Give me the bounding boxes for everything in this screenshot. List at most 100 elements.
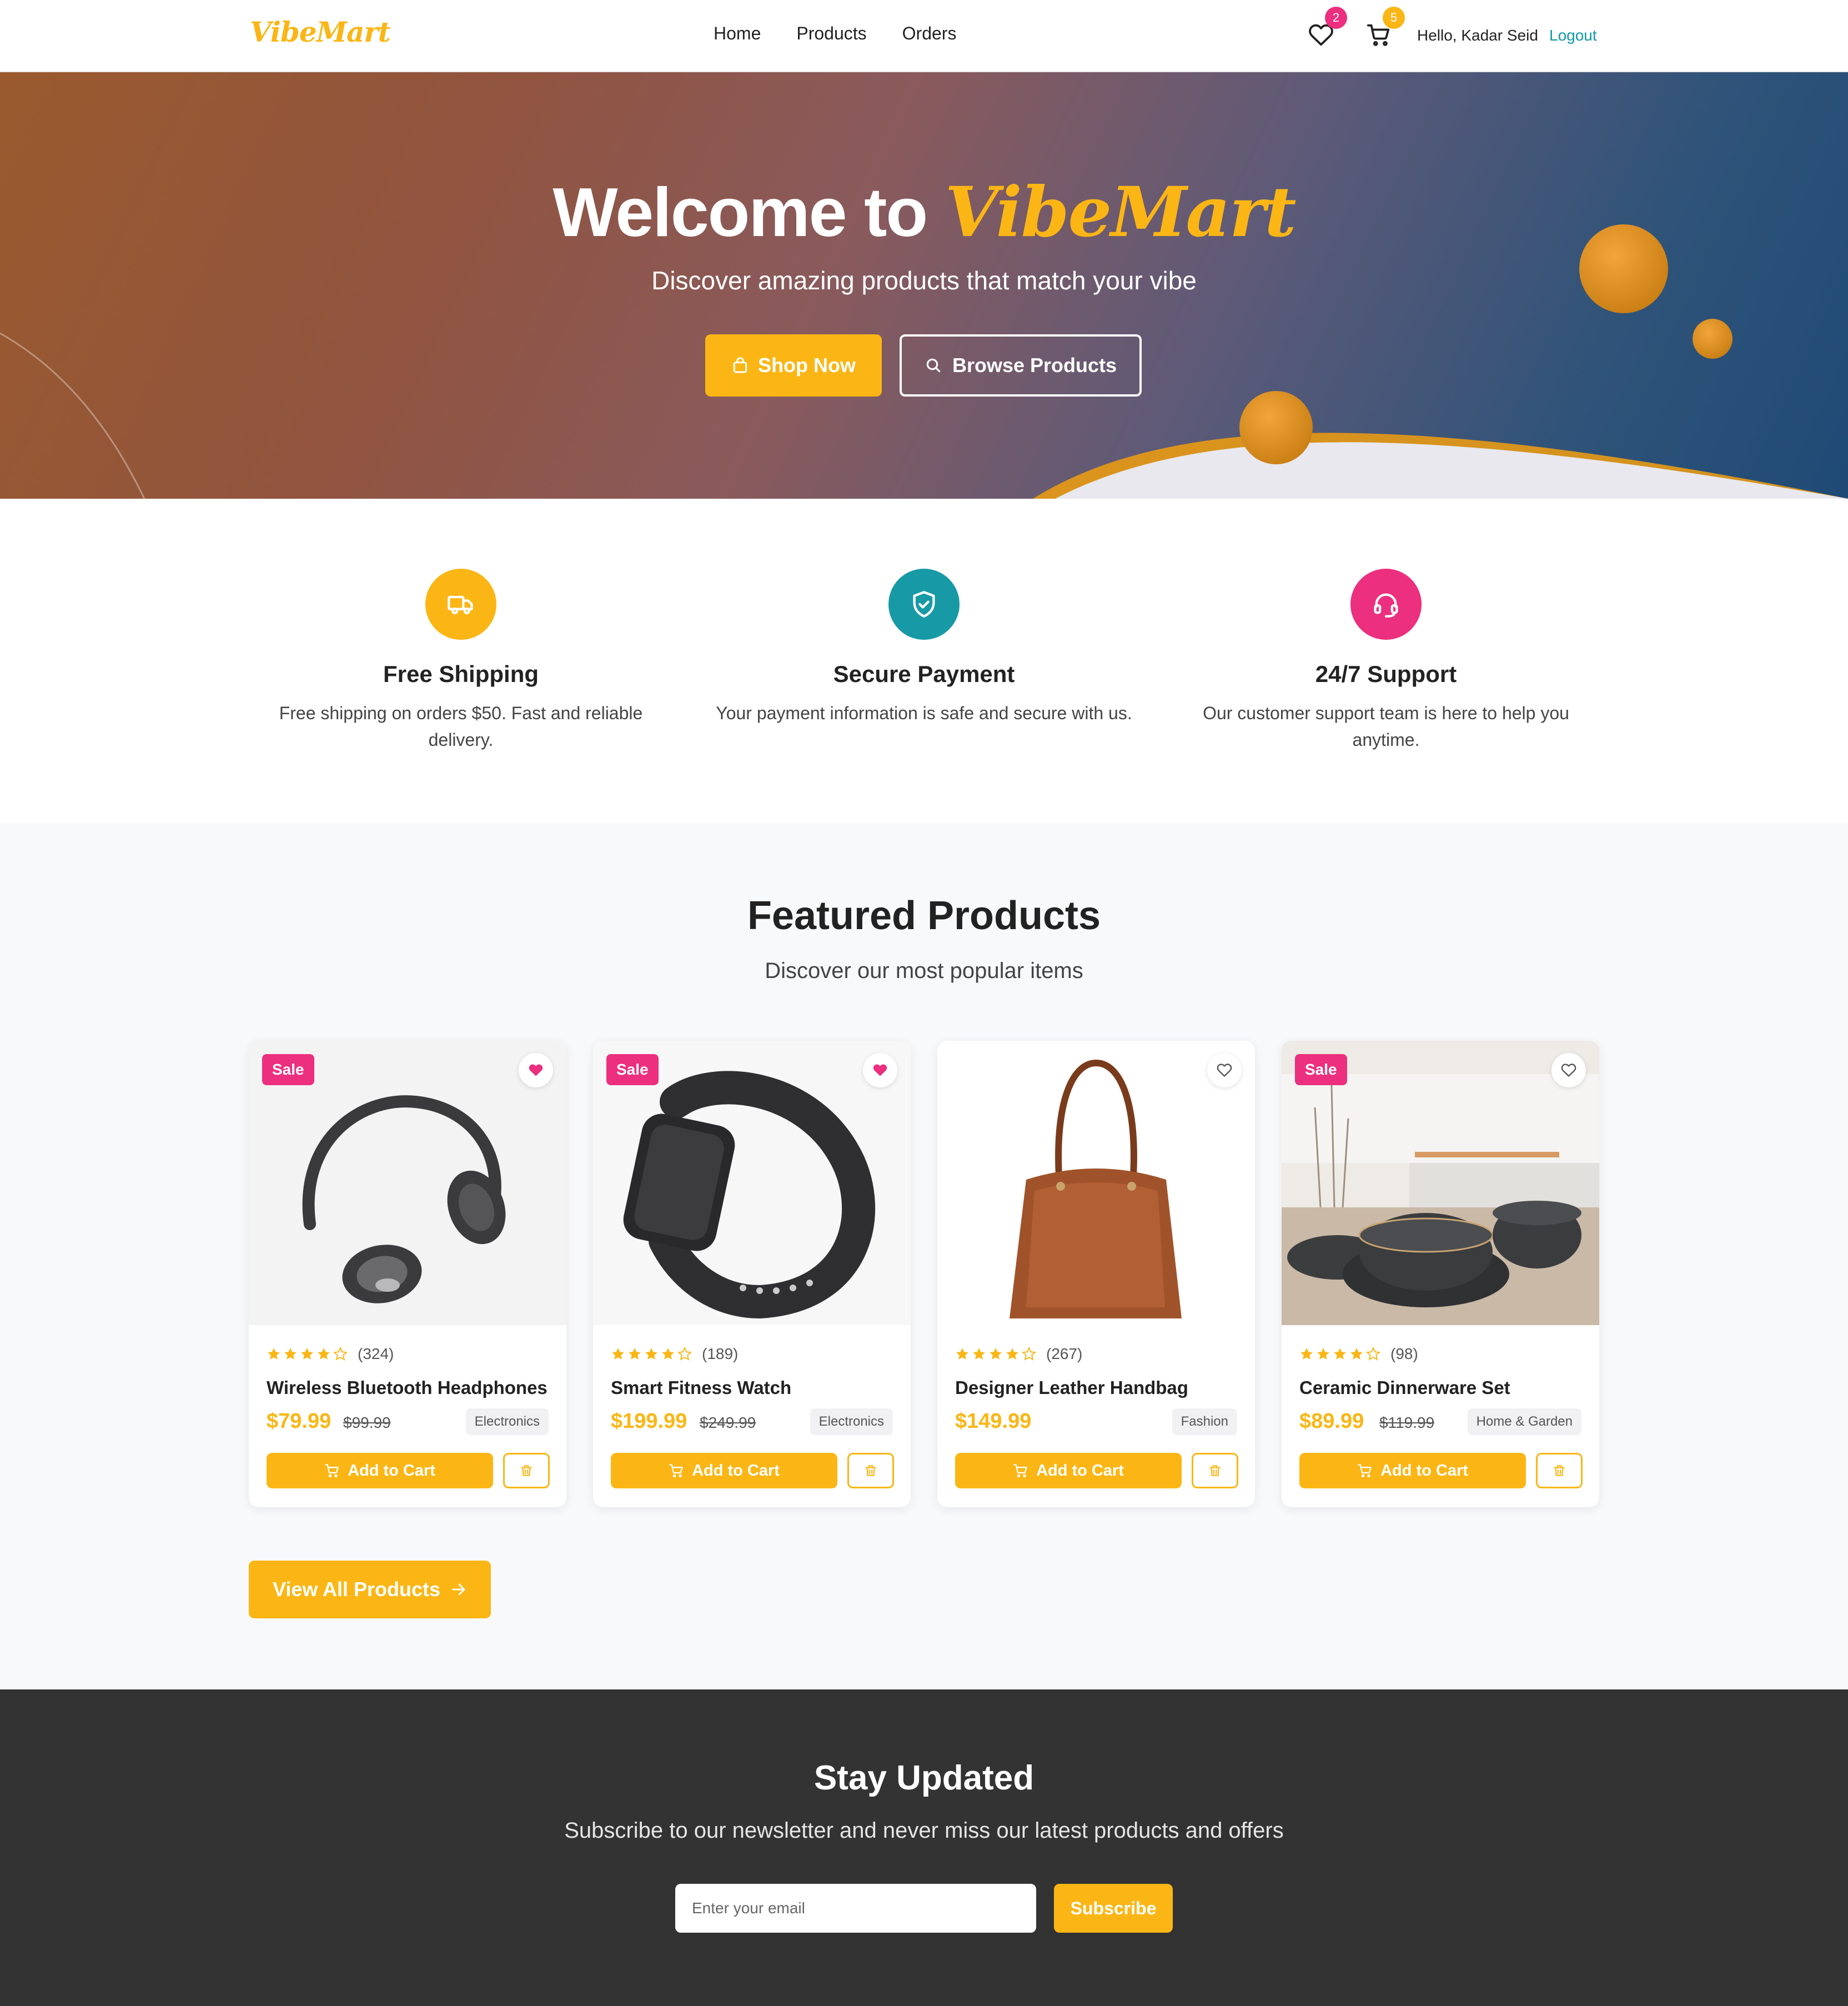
add-to-cart-label: Add to Cart: [1036, 1461, 1124, 1480]
product-card[interactable]: Sale (189) Smart Fitness Watch $199.99 $…: [593, 1041, 911, 1507]
review-count: (98): [1390, 1345, 1418, 1362]
feature-description: Our customer support team is here to hel…: [1203, 703, 1569, 750]
cart-icon: [1013, 1464, 1027, 1478]
star-icon: [973, 1348, 985, 1360]
star-icon: [268, 1348, 280, 1360]
product-original-price: $249.99: [700, 1414, 756, 1431]
nav-products-link[interactable]: Products: [796, 23, 866, 44]
heart-icon: [1217, 1064, 1232, 1077]
cart-icon: [669, 1464, 683, 1478]
feature-description: Free shipping on orders $50. Fast and re…: [279, 703, 643, 750]
view-all-label: View All Products: [272, 1578, 441, 1601]
add-to-cart-button[interactable]: Add to Cart: [1299, 1453, 1526, 1488]
star-icon: [956, 1348, 968, 1360]
shop-now-button[interactable]: Shop Now: [705, 334, 882, 397]
star-rating: (189): [611, 1345, 738, 1363]
hero-title-prefix: Welcome to: [553, 174, 928, 251]
sale-badge: Sale: [262, 1054, 314, 1085]
star-icon: [662, 1348, 674, 1360]
star-icon: [1350, 1348, 1363, 1360]
wishlist-toggle-button[interactable]: [863, 1053, 897, 1087]
cart-button[interactable]: 5: [1366, 7, 1405, 48]
product-name[interactable]: Wireless Bluetooth Headphones: [267, 1377, 548, 1398]
product-name[interactable]: Smart Fitness Watch: [611, 1377, 791, 1398]
add-to-cart-label: Add to Cart: [1380, 1461, 1468, 1480]
feature-icon-circle: [888, 569, 960, 640]
add-to-cart-button[interactable]: Add to Cart: [955, 1453, 1182, 1488]
star-rating: (98): [1299, 1345, 1418, 1363]
hero-banner: Welcome to VibeMart Discover amazing pro…: [0, 72, 1848, 499]
browse-products-label: Browse Products: [952, 354, 1117, 377]
section-title: Featured Products: [747, 894, 1101, 938]
section-subtitle: Discover our most popular items: [765, 959, 1083, 983]
top-navbar: VibeMart Home Products Orders 2 5 Hello,…: [0, 0, 1848, 72]
review-count: (324): [358, 1345, 394, 1362]
product-price: $199.99: [611, 1410, 687, 1433]
product-card[interactable]: (267) Designer Leather Handbag $149.99 F…: [937, 1041, 1255, 1507]
feature-icon-circle: [425, 569, 496, 640]
trash-icon: [865, 1465, 876, 1476]
view-all-products-button[interactable]: View All Products: [249, 1561, 491, 1618]
wishlist-toggle-button[interactable]: [519, 1053, 553, 1087]
product-name[interactable]: Ceramic Dinnerware Set: [1299, 1377, 1510, 1398]
cart-icon: [325, 1464, 339, 1478]
star-icon: [284, 1348, 297, 1360]
product-card[interactable]: Sale (324) Wireless Bluetooth Headphones…: [249, 1041, 566, 1507]
star-icon: [301, 1348, 313, 1360]
newsletter-section: Stay Updated Subscribe to our newsletter…: [0, 1689, 1848, 2006]
features-section: Free Shipping Free shipping on orders $5…: [0, 499, 1848, 823]
product-name[interactable]: Designer Leather Handbag: [955, 1377, 1188, 1398]
cart-icon: [1358, 1464, 1372, 1478]
star-outline-icon: [1366, 1347, 1380, 1361]
hero-title-brand: VibeMart: [945, 172, 1297, 253]
logout-link[interactable]: Logout: [1549, 27, 1597, 44]
review-count: (189): [702, 1345, 739, 1362]
site-logo[interactable]: VibeMart: [250, 16, 391, 48]
star-icon: [612, 1348, 624, 1360]
heart-filled-icon: [529, 1064, 543, 1076]
truck-icon: [448, 595, 473, 614]
subscribe-button[interactable]: Subscribe: [1054, 1884, 1173, 1933]
category-tag: Fashion: [1172, 1408, 1237, 1435]
star-outline-icon: [333, 1347, 348, 1361]
star-icon: [318, 1348, 330, 1360]
nav-orders-link[interactable]: Orders: [902, 23, 957, 44]
hero-subtitle: Discover amazing products that match you…: [651, 266, 1197, 295]
user-greeting: Hello, Kadar Seid: [1417, 27, 1538, 44]
feature-secure-payment: Secure Payment Your payment information …: [713, 569, 1135, 726]
trash-icon: [1209, 1465, 1221, 1476]
add-to-cart-button[interactable]: Add to Cart: [267, 1453, 493, 1488]
trash-icon: [521, 1465, 532, 1476]
remove-button[interactable]: [847, 1453, 894, 1488]
category-tag: Electronics: [810, 1408, 893, 1435]
remove-button[interactable]: [1536, 1453, 1583, 1488]
add-to-cart-label: Add to Cart: [692, 1461, 780, 1480]
feature-description: Your payment information is safe and sec…: [716, 703, 1132, 723]
wishlist-toggle-button[interactable]: [1207, 1053, 1242, 1087]
email-input[interactable]: [675, 1884, 1036, 1933]
newsletter-title: Stay Updated: [813, 1759, 1035, 1797]
sale-badge: Sale: [1295, 1054, 1347, 1085]
newsletter-subtitle: Subscribe to our newsletter and never mi…: [564, 1818, 1284, 1843]
wishlist-toggle-button[interactable]: [1551, 1053, 1586, 1087]
add-to-cart-button[interactable]: Add to Cart: [611, 1453, 837, 1488]
star-rating: (324): [267, 1345, 394, 1363]
main-nav: Home Products Orders: [714, 23, 956, 44]
browse-products-button[interactable]: Browse Products: [900, 334, 1142, 397]
product-price: $149.99: [955, 1410, 1032, 1433]
remove-button[interactable]: [1192, 1453, 1238, 1488]
remove-button[interactable]: [503, 1453, 550, 1488]
handbag-image: [1010, 1059, 1182, 1318]
feature-support: 24/7 Support Our customer support team i…: [1175, 569, 1597, 753]
star-icon: [1300, 1348, 1313, 1360]
product-card[interactable]: Sale (98) Ceramic Dinnerware Set $89.99 …: [1282, 1041, 1599, 1507]
arrow-right-icon: [452, 1583, 465, 1596]
sale-badge: Sale: [606, 1054, 659, 1085]
product-image[interactable]: [937, 1041, 1255, 1325]
feature-title: Free Shipping: [383, 661, 539, 687]
add-to-cart-label: Add to Cart: [348, 1461, 435, 1480]
product-price: $89.99: [1299, 1410, 1364, 1433]
wishlist-button[interactable]: 2: [1308, 7, 1347, 48]
nav-home-link[interactable]: Home: [714, 23, 761, 44]
star-rating: (267): [955, 1345, 1082, 1363]
